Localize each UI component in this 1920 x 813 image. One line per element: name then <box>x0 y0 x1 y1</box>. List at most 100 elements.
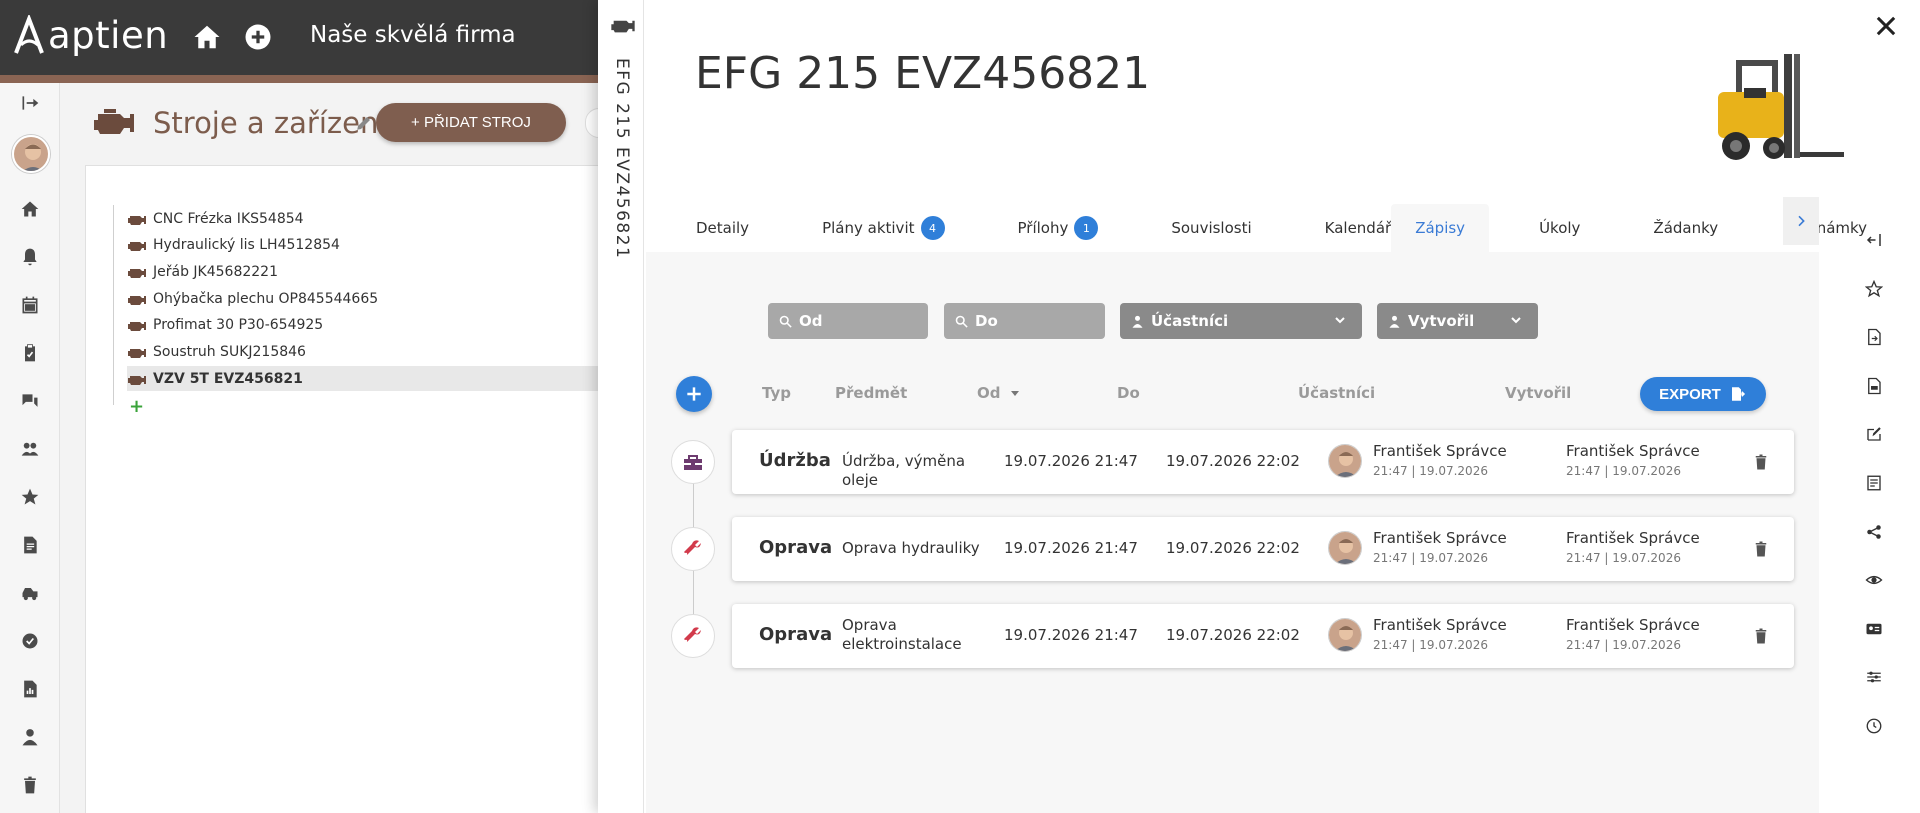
car-icon[interactable] <box>18 581 42 605</box>
tab-label: Úkoly <box>1539 219 1581 237</box>
home-icon[interactable] <box>18 197 42 221</box>
tab-badge: 1 <box>1074 216 1099 240</box>
notes-icon[interactable] <box>1862 471 1886 495</box>
tree-item[interactable]: Jeřáb JK45682221 <box>127 259 607 284</box>
add-circle-icon[interactable] <box>243 22 273 52</box>
trash-icon[interactable] <box>18 773 42 797</box>
document-icon[interactable] <box>18 533 42 557</box>
home-icon[interactable] <box>192 22 222 52</box>
filter-participants-label: Účastníci <box>1151 312 1229 330</box>
filter-creator-label: Vytvořil <box>1408 312 1475 330</box>
search-icon <box>955 315 968 328</box>
export-button[interactable]: EXPORT <box>1640 377 1766 411</box>
chat-icon[interactable] <box>18 389 42 413</box>
filter-to-input[interactable]: Do <box>944 303 1105 339</box>
tree-item[interactable]: Soustruh SUKJ215846 <box>127 340 607 365</box>
pencil-icon[interactable] <box>355 114 373 132</box>
entry-subject: Oprava hydrauliky <box>842 539 980 557</box>
edit-icon[interactable] <box>1862 422 1886 446</box>
users-icon[interactable] <box>18 437 42 461</box>
filter-to-placeholder: Do <box>975 312 998 330</box>
tab-souvislosti[interactable]: Souvislosti <box>1121 204 1274 252</box>
bell-icon[interactable] <box>18 245 42 269</box>
tabs-fade <box>1720 204 1783 252</box>
entry-row[interactable]: Oprava Oprava elektroinstalace 19.07.2026 … <box>732 604 1794 668</box>
company-name[interactable]: Naše skvělá firma <box>310 22 516 48</box>
expand-sidebar-icon[interactable] <box>18 91 42 115</box>
engine-icon <box>128 242 146 252</box>
tree-item[interactable]: Hydraulický lis LH4512854 <box>127 233 607 258</box>
tree-item[interactable]: CNC Frézka IKS54854 <box>127 206 607 231</box>
star-icon[interactable] <box>18 485 42 509</box>
eye-icon[interactable] <box>1862 568 1886 592</box>
trash-icon[interactable] <box>1752 626 1770 646</box>
tree-item-label: Soustruh SUKJ215846 <box>153 344 306 360</box>
participant-avatar[interactable] <box>1328 618 1362 652</box>
entry-row[interactable]: Oprava Oprava hydrauliky 19.07.2026 21:47 1… <box>732 517 1794 581</box>
id-card-icon[interactable] <box>1862 617 1886 641</box>
export-label: EXPORT <box>1659 385 1721 403</box>
calendar-icon[interactable] <box>18 293 42 317</box>
filter-from-input[interactable]: Od <box>768 303 928 339</box>
tab-přílohy[interactable]: Přílohy 1 <box>968 204 1122 252</box>
wrench-icon <box>671 527 715 571</box>
entry-from: 19.07.2026 21:47 <box>1004 452 1138 470</box>
entry-to: 19.07.2026 22:02 <box>1166 539 1300 557</box>
trash-icon[interactable] <box>1752 539 1770 559</box>
participant-avatar[interactable] <box>1328 444 1362 478</box>
person-icon[interactable] <box>18 725 42 749</box>
report-icon[interactable] <box>18 677 42 701</box>
column-to: Do <box>1117 384 1140 402</box>
entry-subject: Údržba, výměna oleje <box>842 452 966 489</box>
tree-add-icon[interactable]: + <box>129 396 144 417</box>
tab-plány-aktivit[interactable]: Plány aktivit 4 <box>772 204 967 252</box>
export-pdf-icon[interactable] <box>1862 325 1886 349</box>
tree-item-label: Hydraulický lis LH4512854 <box>153 237 340 254</box>
forklift-image <box>1718 54 1844 160</box>
add-entry-button[interactable] <box>676 376 712 412</box>
tab-label: Zápisy <box>1415 219 1466 237</box>
tree-item-label: Jeřáb JK45682221 <box>153 263 278 280</box>
engine-icon <box>128 349 146 358</box>
logo-text: aptien <box>48 14 169 57</box>
share-icon[interactable] <box>1862 520 1886 544</box>
column-from-sort[interactable]: Od <box>977 384 1021 402</box>
engine-icon <box>128 295 146 305</box>
tree-item-label: Profimat 30 P30-654925 <box>153 317 324 334</box>
tab-label: Detaily <box>696 219 750 237</box>
tab-label: Souvislosti <box>1171 219 1252 237</box>
user-avatar[interactable] <box>12 135 50 173</box>
tab-detaily[interactable]: Detaily <box>646 204 772 252</box>
collapse-icon[interactable] <box>1862 228 1886 252</box>
participant-avatar[interactable] <box>1328 531 1362 565</box>
close-icon[interactable] <box>1872 12 1900 40</box>
clipboard-icon[interactable] <box>18 341 42 365</box>
star-icon[interactable] <box>1862 277 1886 301</box>
creator-time: 21:47 | 19.07.2026 <box>1566 638 1681 652</box>
participant-name: František Správce <box>1373 616 1507 634</box>
trash-icon[interactable] <box>1752 452 1770 472</box>
history-icon[interactable] <box>1862 714 1886 738</box>
check-circle-icon[interactable] <box>18 629 42 653</box>
participant-name: František Správce <box>1373 442 1507 460</box>
pdf-icon[interactable] <box>1862 374 1886 398</box>
creator-time: 21:47 | 19.07.2026 <box>1566 551 1681 565</box>
tree-item[interactable]: VZV 5T EVZ456821 <box>127 366 607 392</box>
tab-úkoly[interactable]: Úkoly <box>1489 204 1603 252</box>
tab-konve[interactable]: Konve <box>1890 204 1920 252</box>
app-logo[interactable]: aptien <box>12 14 168 57</box>
tree-item[interactable]: Profimat 30 P30-654925 <box>127 313 607 338</box>
tabs-scroll-right-icon[interactable] <box>1783 197 1819 245</box>
add-machine-button[interactable]: + PŘIDAT STROJ <box>376 103 566 142</box>
entry-type: Oprava <box>759 537 833 558</box>
sliders-icon[interactable] <box>1862 665 1886 689</box>
search-icon <box>779 315 792 328</box>
chevron-down-icon <box>1511 317 1521 324</box>
filter-participants-select[interactable]: Účastníci <box>1120 303 1362 339</box>
entry-row[interactable]: Údržba Údržba, výměna oleje 19.07.2026 21:… <box>732 430 1794 494</box>
tree-item[interactable]: Ohýbačka plechu OP845544665 <box>127 286 607 311</box>
tree-item-label: VZV 5T EVZ456821 <box>153 370 303 387</box>
detail-title: EFG 215 EVZ456821 <box>695 48 1151 99</box>
tab-zápisy[interactable]: Zápisy <box>1391 204 1490 252</box>
filter-creator-select[interactable]: Vytvořil <box>1377 303 1538 339</box>
